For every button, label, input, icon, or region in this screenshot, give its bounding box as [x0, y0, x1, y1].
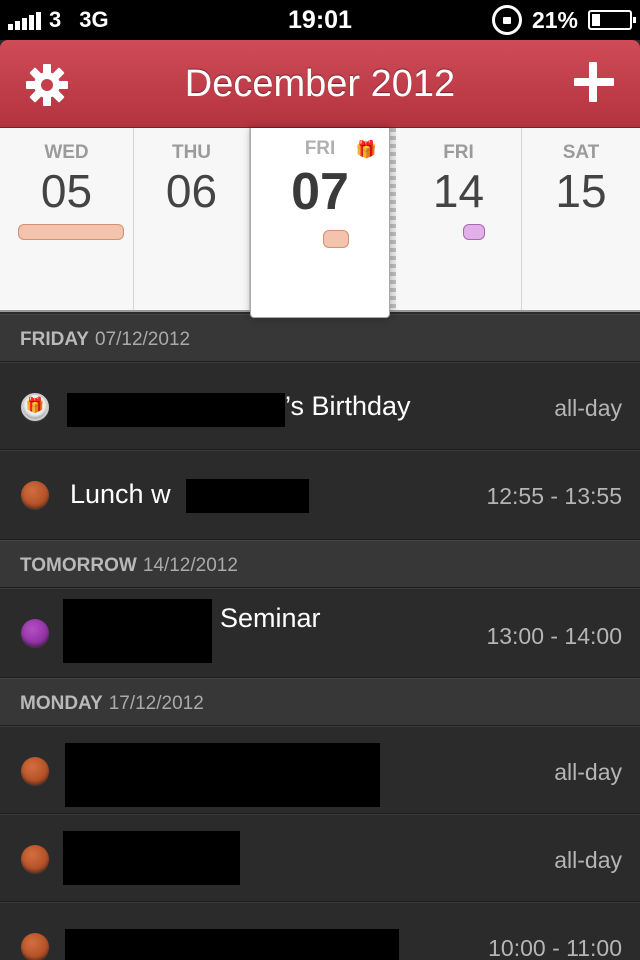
day-column-fri-14[interactable]: FRI 14 — [396, 128, 522, 310]
day-number: 14 — [432, 165, 485, 217]
event-time: 13:00 - 14:00 — [486, 623, 622, 649]
orange-calendar-dot — [21, 933, 49, 960]
event-row[interactable]: all-day — [0, 814, 640, 902]
section-date: 17/12/2012 — [108, 693, 204, 714]
event-row-seminar[interactable]: Seminar 13:00 - 14:00 — [0, 588, 640, 678]
section-header-friday: FRIDAY 07/12/2012 — [0, 314, 640, 362]
event-pill — [18, 224, 124, 240]
redacted-title — [65, 743, 380, 807]
event-title: ’s Birthday — [285, 391, 411, 421]
event-time: 12:55 - 13:55 — [486, 483, 622, 509]
day-name: WED — [44, 142, 89, 163]
section-header-monday: MONDAY 17/12/2012 — [0, 678, 640, 726]
gift-icon: 🎁 — [25, 397, 45, 414]
redacted-name — [186, 479, 309, 513]
gift-icon: 🎁 — [355, 140, 377, 159]
section-header-tomorrow: TOMORROW 14/12/2012 — [0, 540, 640, 588]
day-name: SAT — [562, 142, 600, 163]
event-row-lunch[interactable]: Lunch w 12:55 - 13:55 — [0, 450, 640, 540]
event-time: all-day — [554, 759, 622, 785]
battery-icon — [588, 10, 636, 30]
day-number: 15 — [555, 165, 607, 217]
day-number: 05 — [40, 165, 93, 217]
section-date: 07/12/2012 — [94, 329, 191, 350]
month-title[interactable]: December 2012 — [100, 40, 540, 128]
day-column-thu-06[interactable]: THU 06 — [134, 128, 250, 310]
event-row[interactable]: all-day — [0, 726, 640, 814]
orange-calendar-dot — [21, 845, 49, 873]
rotation-lock-icon — [491, 5, 522, 35]
event-pill — [323, 230, 349, 248]
day-column-fri-07-selected[interactable]: FRI 🎁 07 — [250, 128, 390, 318]
event-title: Lunch w — [70, 479, 171, 509]
day-number: 06 — [165, 165, 218, 217]
redacted-name — [67, 393, 285, 427]
birthday-calendar-dot: 🎁 — [21, 393, 49, 421]
event-pill — [463, 224, 485, 240]
calendar-header: December 2012 — [0, 40, 640, 128]
day-column-sat-15[interactable]: SAT 15 — [522, 128, 640, 310]
day-column-wed-05[interactable]: WED 05 — [0, 128, 134, 310]
orange-calendar-dot — [21, 757, 49, 785]
event-row[interactable]: 10:00 - 11:00 — [0, 902, 640, 960]
redacted-name — [63, 599, 212, 663]
add-event-button[interactable] — [574, 62, 614, 102]
day-name: FRI — [443, 142, 474, 163]
status-right: 21% — [491, 0, 636, 40]
section-date: 14/12/2012 — [142, 555, 238, 576]
section-day: MONDAY — [20, 693, 103, 714]
section-day: FRIDAY — [20, 329, 89, 350]
day-number: 07 — [291, 163, 349, 221]
gear-icon — [26, 64, 68, 106]
battery-percent: 21% — [531, 6, 578, 33]
event-row-birthday[interactable]: 🎁 ’s Birthday all-day — [0, 362, 640, 450]
section-day: TOMORROW — [20, 555, 137, 576]
redacted-title — [65, 929, 399, 960]
event-time: 10:00 - 11:00 — [488, 935, 622, 960]
event-time: all-day — [554, 847, 622, 873]
date-gap-divider — [390, 128, 396, 310]
settings-button[interactable] — [22, 60, 72, 110]
status-bar: 3 3G 19:01 21% — [0, 0, 640, 40]
event-list[interactable]: FRIDAY 07/12/2012 🎁 ’s Birthday all-day L… — [0, 312, 640, 960]
redacted-title — [63, 831, 240, 885]
event-title: Seminar — [220, 603, 321, 633]
event-time: all-day — [554, 395, 622, 421]
orange-calendar-dot — [21, 481, 49, 509]
day-name: THU — [171, 142, 212, 163]
week-strip[interactable]: WED 05 THU 06 FRI 🎁 07 FRI 14 SAT 15 — [0, 128, 640, 318]
purple-calendar-dot — [21, 619, 49, 647]
